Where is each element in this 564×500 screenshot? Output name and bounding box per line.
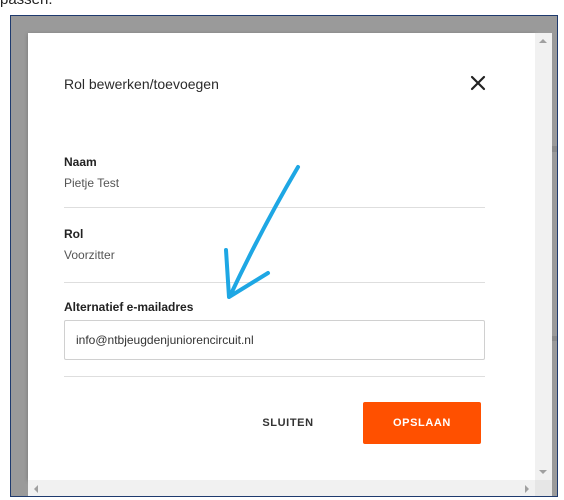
email-input[interactable]: [64, 320, 485, 360]
scrollbar-corner: [535, 480, 552, 496]
divider: [64, 207, 485, 208]
email-field-group: Alternatief e-mailadres: [64, 300, 485, 314]
scroll-left-icon[interactable]: [34, 485, 38, 493]
vertical-scrollbar[interactable]: [535, 33, 552, 480]
close-dialog-button[interactable]: [466, 71, 490, 95]
close-button[interactable]: SLUITEN: [246, 410, 330, 436]
save-button[interactable]: OPSLAAN: [363, 402, 481, 444]
scroll-right-icon[interactable]: [525, 485, 529, 493]
name-value: Pietje Test: [64, 176, 120, 190]
name-field: Naam Pietje Test: [64, 155, 485, 190]
role-field: Rol Voorzitter: [64, 227, 485, 262]
dialog-title: Rol bewerken/toevoegen: [64, 76, 219, 92]
role-label: Rol: [64, 227, 84, 241]
close-icon: [470, 75, 486, 91]
scroll-up-icon[interactable]: [539, 39, 547, 43]
edit-role-dialog: Rol bewerken/toevoegen Naam Pietje Test …: [28, 33, 535, 480]
divider: [64, 376, 485, 377]
name-label: Naam: [64, 155, 97, 169]
role-value: Voorzitter: [64, 248, 115, 262]
horizontal-scrollbar[interactable]: [28, 480, 535, 496]
top-caption: passen.: [0, 0, 53, 9]
email-label: Alternatief e-mailadres: [64, 300, 194, 314]
divider: [64, 282, 485, 283]
scroll-down-icon[interactable]: [539, 470, 547, 474]
screenshot-frame: Rol bewerken/toevoegen Naam Pietje Test …: [10, 15, 558, 497]
